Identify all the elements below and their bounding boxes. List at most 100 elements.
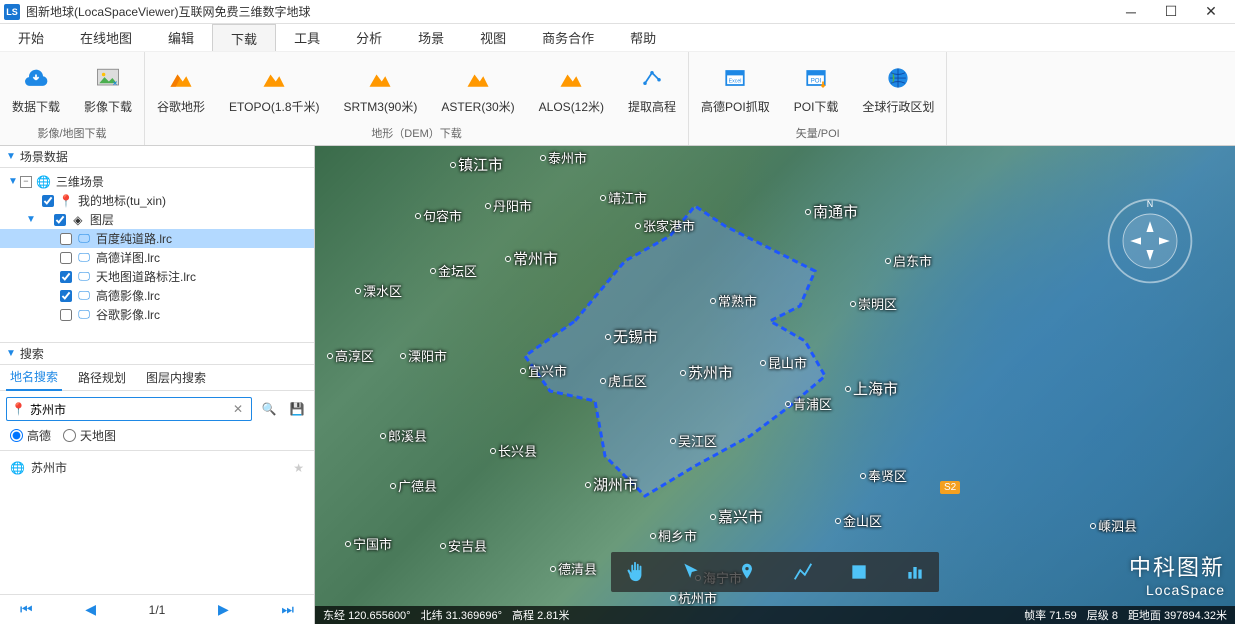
ribbon-label: 全球行政区划	[862, 98, 934, 115]
menu-1[interactable]: 在线地图	[62, 24, 150, 51]
clear-icon[interactable]: ✕	[229, 402, 247, 416]
data-download-button[interactable]: 数据下载	[0, 54, 72, 123]
tree-row[interactable]: 🖵天地图道路标注.lrc	[0, 267, 314, 286]
search-tab-1[interactable]: 路径规划	[74, 365, 130, 390]
ribbon-label: ALOS(12米)	[539, 98, 604, 115]
lon-label: 东经	[323, 610, 345, 622]
alos-button[interactable]: ALOS(12米)	[527, 54, 616, 123]
menu-0[interactable]: 开始	[0, 24, 62, 51]
map-view[interactable]: 镇江市泰州市靖江市句容市丹阳市南通市张家港市常州市启东市金坛区溧水区常熟市崇明区…	[315, 146, 1235, 624]
menu-4[interactable]: 工具	[276, 24, 338, 51]
pin-icon: 📍	[58, 193, 74, 209]
pager-prev[interactable]: ◀	[85, 601, 96, 618]
line-tool[interactable]	[789, 558, 817, 586]
layers-icon: ◈	[70, 212, 86, 228]
map-label: 桐乡市	[650, 526, 697, 545]
collapse-icon: ▼	[6, 151, 16, 162]
tree-row[interactable]: 📍我的地标(tu_xin)	[0, 191, 314, 210]
tree-checkbox[interactable]	[60, 252, 72, 264]
tree-row[interactable]: ▼−🌐三维场景	[0, 172, 314, 191]
map-label: 常州市	[505, 248, 558, 269]
pager: ⏮ ◀ 1/1 ▶ ⏭	[0, 594, 314, 624]
pan-tool[interactable]	[621, 558, 649, 586]
scene-tree: ▼−🌐三维场景📍我的地标(tu_xin)▼◈图层🖵百度纯道路.lrc🖵高德详图.…	[0, 168, 314, 343]
map-label: 镇江市	[450, 154, 503, 175]
ribbon-label: ETOPO(1.8千米)	[229, 98, 319, 115]
close-button[interactable]: ✕	[1191, 0, 1231, 24]
poi-download-icon: POI	[800, 62, 832, 94]
tree-row[interactable]: 🖵高德影像.lrc	[0, 286, 314, 305]
provider-option[interactable]: 天地图	[63, 427, 116, 444]
map-label: 金山区	[835, 511, 882, 530]
tree-checkbox[interactable]	[60, 309, 72, 321]
menu-3[interactable]: 下载	[212, 24, 276, 51]
menu-9[interactable]: 帮助	[612, 24, 674, 51]
map-label: 湖州市	[585, 474, 638, 495]
tree-checkbox[interactable]	[60, 290, 72, 302]
navigation-widget[interactable]: N	[1105, 196, 1195, 286]
chart-tool[interactable]	[901, 558, 929, 586]
menu-6[interactable]: 场景	[400, 24, 462, 51]
star-icon[interactable]: ★	[293, 461, 304, 475]
pager-last[interactable]: ⏭	[281, 601, 294, 618]
poi-download-button[interactable]: POI POI下载	[782, 54, 851, 123]
aster-button[interactable]: ASTER(30米)	[429, 54, 526, 123]
save-button[interactable]: 💾	[286, 402, 308, 416]
search-panel-header[interactable]: ▼ 搜索	[0, 343, 314, 365]
marker-tool[interactable]	[733, 558, 761, 586]
layer-icon: 🖵	[76, 288, 92, 304]
provider-radio[interactable]	[63, 429, 76, 442]
tree-checkbox[interactable]	[60, 233, 72, 245]
tree-row[interactable]: ▼◈图层	[0, 210, 314, 229]
search-button[interactable]: 🔍	[258, 402, 280, 416]
search-tab-2[interactable]: 图层内搜索	[142, 365, 210, 390]
rect-tool[interactable]	[845, 558, 873, 586]
map-label: 溧水区	[355, 281, 402, 300]
pager-first[interactable]: ⏮	[20, 601, 33, 618]
google-terrain-icon	[165, 62, 197, 94]
menubar: 开始在线地图编辑下载工具分析场景视图商务合作帮助	[0, 24, 1235, 52]
ribbon-label: 高德POI抓取	[701, 98, 770, 115]
etopo-button[interactable]: ETOPO(1.8千米)	[217, 54, 331, 123]
provider-option[interactable]: 高德	[10, 427, 51, 444]
pager-next[interactable]: ▶	[218, 601, 229, 618]
google-terrain-button[interactable]: 谷歌地形	[145, 54, 217, 123]
map-label: 张家港市	[635, 216, 695, 235]
menu-8[interactable]: 商务合作	[524, 24, 612, 51]
map-label: 长兴县	[490, 441, 537, 460]
srtm3-button[interactable]: SRTM3(90米)	[332, 54, 430, 123]
menu-5[interactable]: 分析	[338, 24, 400, 51]
menu-2[interactable]: 编辑	[150, 24, 212, 51]
search-tab-0[interactable]: 地名搜索	[6, 364, 62, 391]
tree-checkbox[interactable]	[42, 195, 54, 207]
result-row[interactable]: 🌐苏州市★	[0, 455, 314, 480]
tree-row[interactable]: 🖵百度纯道路.lrc	[0, 229, 314, 248]
tree-checkbox[interactable]	[54, 214, 66, 226]
map-label: 嘉兴市	[710, 506, 763, 527]
ribbon-group-label: 矢量/POI	[689, 123, 946, 145]
ribbon-label: POI下载	[794, 98, 839, 115]
layer-icon: 🖵	[76, 231, 92, 247]
tree-checkbox[interactable]	[60, 271, 72, 283]
search-input[interactable]	[26, 402, 229, 416]
fps-label: 帧率	[1024, 610, 1046, 622]
global-admin-button[interactable]: 全球行政区划	[850, 54, 946, 123]
maximize-button[interactable]: ☐	[1151, 0, 1191, 24]
provider-radio[interactable]	[10, 429, 23, 442]
menu-7[interactable]: 视图	[462, 24, 524, 51]
image-download-button[interactable]: 影像下载	[72, 54, 144, 123]
tree-row[interactable]: 🖵高德详图.lrc	[0, 248, 314, 267]
dist-value: 397894.32米	[1164, 610, 1227, 622]
srtm3-icon	[364, 62, 396, 94]
gaode-poi-grab-button[interactable]: Excel高德POI抓取	[689, 54, 782, 123]
map-label: 句容市	[415, 206, 462, 225]
logo-en: LocaSpace	[1129, 582, 1225, 598]
pointer-tool[interactable]	[677, 558, 705, 586]
location-pin-icon: 📍	[11, 402, 26, 416]
map-label: 奉贤区	[860, 466, 907, 485]
minimize-button[interactable]: ─	[1111, 0, 1151, 24]
extract-elev-button[interactable]: 提取高程	[616, 54, 688, 123]
road-label: S2	[940, 481, 960, 494]
scene-panel-header[interactable]: ▼ 场景数据	[0, 146, 314, 168]
tree-row[interactable]: 🖵谷歌影像.lrc	[0, 305, 314, 324]
